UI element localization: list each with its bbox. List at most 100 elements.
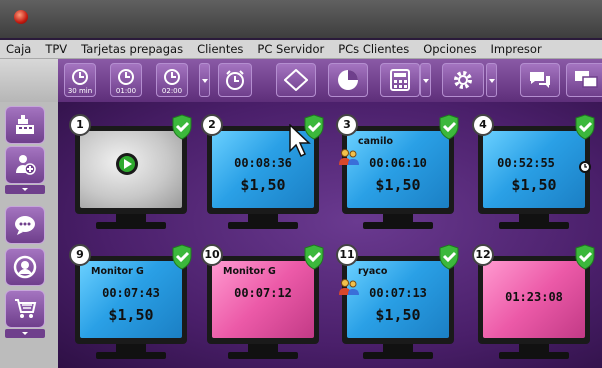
cash-register-icon [16, 115, 34, 134]
shield-icon [439, 244, 459, 270]
monitor-base [499, 222, 569, 229]
session-price: $1,50 [511, 176, 557, 194]
chat-icon [530, 72, 550, 88]
sidebar-expand-arrow[interactable] [5, 185, 45, 194]
monitor-stand [116, 214, 146, 222]
alarm-clock-icon [226, 70, 244, 90]
workstation-number: 4 [472, 114, 494, 136]
menu-caja[interactable]: Caja [0, 40, 39, 58]
clock-icon [164, 69, 180, 86]
timer-2h-button[interactable]: 02:00 [156, 63, 188, 97]
workstation-3[interactable]: 3 camilo 00:06:10 $1,50 [336, 114, 460, 232]
menu-tarjetas-prepagas[interactable]: Tarjetas prepagas [75, 40, 191, 58]
clock-icon [118, 69, 134, 86]
workstation-number: 12 [472, 244, 494, 266]
session-price: $1,50 [375, 306, 421, 324]
shield-icon [172, 244, 192, 270]
menu-impresoras[interactable]: Impresor [484, 40, 549, 58]
session-time: 00:52:55 [497, 156, 555, 170]
menu-tpv[interactable]: TPV [39, 40, 75, 58]
user-name: camilo [358, 136, 393, 147]
alarm-button[interactable] [218, 63, 252, 97]
workstation-9[interactable]: 9 Monitor G 00:07:43 $1,50 [69, 244, 193, 362]
monitor-base [228, 222, 298, 229]
monitor-stand [519, 214, 549, 222]
monitor-stand [519, 344, 549, 352]
toolbar: 30 min 01:00 02:00 [0, 59, 602, 102]
timer-label: 30 min [67, 87, 93, 95]
ticket-icon [284, 69, 308, 91]
monitor-base [363, 222, 433, 229]
monitor-stand [383, 344, 413, 352]
user-name: ryaco [358, 266, 388, 277]
session-time: 00:07:12 [234, 286, 292, 300]
stats-button[interactable] [328, 63, 368, 97]
menu-pcs-clientes[interactable]: PCs Clientes [332, 40, 417, 58]
calculator-dropdown-arrow[interactable] [420, 63, 431, 97]
users-icon [339, 149, 359, 165]
prepaid-ticket-button[interactable] [276, 63, 316, 97]
start-session-icon[interactable] [115, 152, 139, 176]
workstation-number: 1 [69, 114, 91, 136]
monitor-stand [248, 214, 278, 222]
timer-label: 02:00 [161, 87, 183, 95]
gear-icon [454, 71, 472, 89]
workstation-1[interactable]: 1 [69, 114, 193, 232]
mouse-cursor-icon [289, 124, 311, 158]
support-button[interactable] [5, 248, 45, 286]
app-logo-icon [14, 10, 28, 24]
calculator-icon [390, 69, 410, 91]
shield-icon [575, 244, 595, 270]
monitor-base [228, 352, 298, 359]
workstation-11[interactable]: 11 ryaco 00:07:13 $1,50 [336, 244, 460, 362]
shop-button[interactable] [5, 290, 45, 328]
session-price: $1,50 [240, 176, 286, 194]
sidebar-expand-arrow[interactable] [5, 329, 45, 338]
workstation-12[interactable]: 12 01:23:08 [472, 244, 596, 362]
shopping-cart-icon [15, 299, 37, 318]
users-icon [339, 279, 359, 295]
workstation-4[interactable]: 4 00:52:55 $1,50 [472, 114, 596, 232]
clock-icon [72, 69, 88, 86]
workstation-number: 9 [69, 244, 91, 266]
monitor-stand [248, 344, 278, 352]
monitors-button[interactable] [566, 63, 602, 97]
session-price: $1,50 [108, 306, 154, 324]
timer-clock-icon [579, 161, 591, 173]
chat-button[interactable] [520, 63, 560, 97]
timer-dropdown-arrow[interactable] [199, 63, 210, 97]
session-time: 00:08:36 [234, 156, 292, 170]
chat-icon [15, 216, 35, 235]
menu-opciones[interactable]: Opciones [417, 40, 484, 58]
shield-icon [439, 114, 459, 140]
user-name: Monitor G [223, 266, 276, 277]
title-bar [0, 0, 602, 38]
menu-pc-servidor[interactable]: PC Servidor [251, 40, 332, 58]
workstation-number: 11 [336, 244, 358, 266]
add-user-icon [16, 155, 36, 175]
menu-clientes[interactable]: Clientes [191, 40, 251, 58]
monitors-icon [575, 71, 598, 88]
shield-icon [575, 114, 595, 140]
cash-register-button[interactable] [5, 106, 45, 144]
workstation-number: 2 [201, 114, 223, 136]
chat-button[interactable] [5, 206, 45, 244]
monitor-base [96, 352, 166, 359]
workstation-grid: 1 2 00:08:36 $1,50 3 camilo 00:06:10 $1,… [58, 102, 602, 368]
calculator-button[interactable] [380, 63, 420, 97]
session-time: 00:07:43 [102, 286, 160, 300]
workstation-number: 3 [336, 114, 358, 136]
monitor-stand [383, 214, 413, 222]
pie-chart-icon [338, 70, 358, 90]
add-user-button[interactable] [5, 146, 45, 184]
menu-bar: Caja TPV Tarjetas prepagas Clientes PC S… [0, 40, 602, 59]
workstation-10[interactable]: 10 Monitor G 00:07:12 [201, 244, 325, 362]
session-time: 01:23:08 [505, 290, 563, 304]
shield-icon [304, 244, 324, 270]
settings-button[interactable] [442, 63, 484, 97]
settings-dropdown-arrow[interactable] [486, 63, 497, 97]
timer-1h-button[interactable]: 01:00 [110, 63, 142, 97]
timer-30min-button[interactable]: 30 min [64, 63, 96, 97]
monitor-base [499, 352, 569, 359]
monitor-base [363, 352, 433, 359]
